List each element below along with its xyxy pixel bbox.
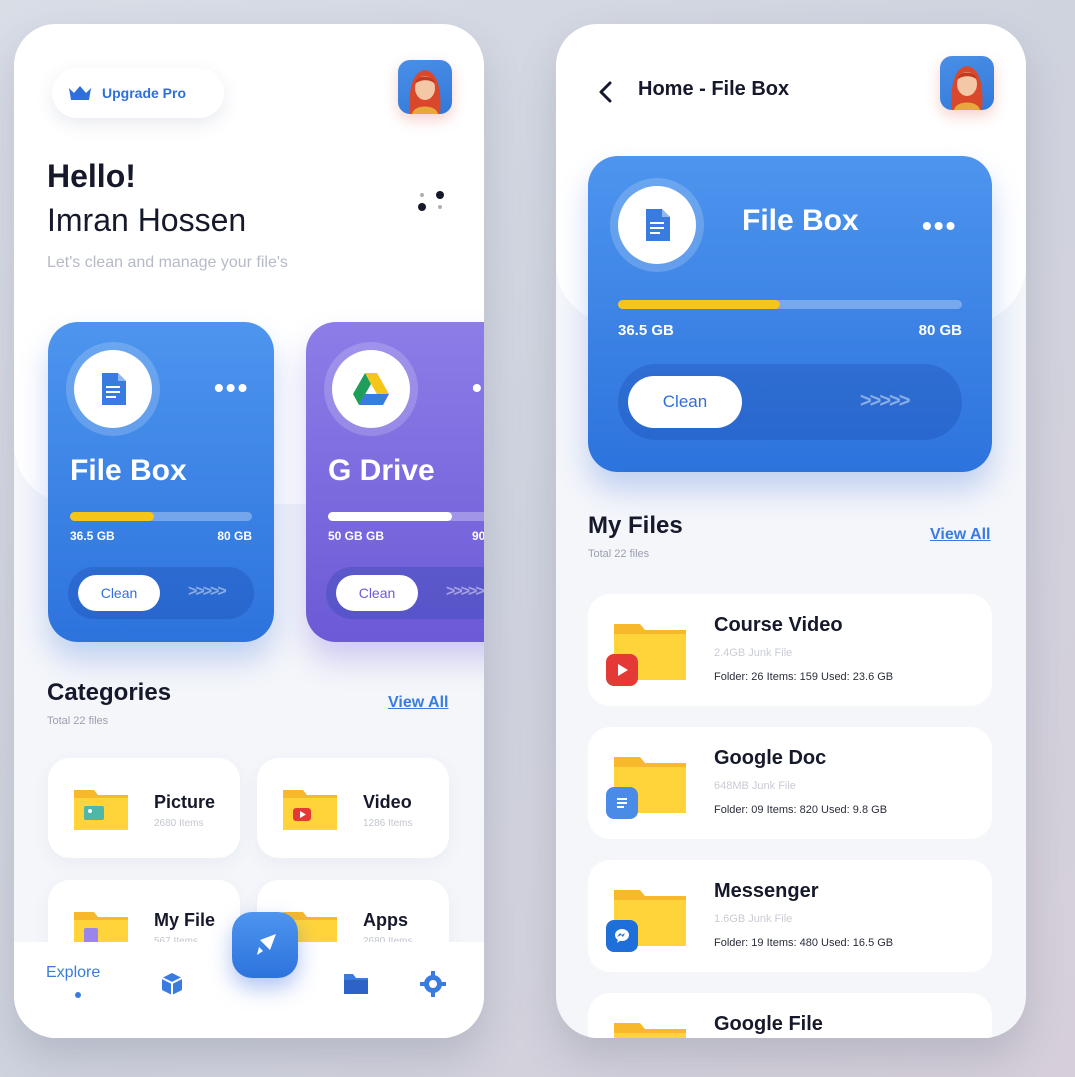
clean-button[interactable]: Clean bbox=[336, 575, 418, 611]
folder-icon[interactable] bbox=[342, 970, 370, 998]
total-storage: 80 GB bbox=[217, 529, 252, 543]
avatar[interactable] bbox=[398, 60, 452, 114]
my-files-subtitle: Total 22 files bbox=[588, 548, 650, 560]
folder-icon bbox=[614, 1023, 686, 1038]
upgrade-pro-button[interactable]: Upgrade Pro bbox=[52, 68, 224, 118]
storage-progress bbox=[618, 300, 962, 309]
category-count: 1286 Items bbox=[363, 818, 413, 829]
used-storage: 36.5 GB bbox=[70, 529, 115, 543]
storage-progress-fill bbox=[328, 512, 452, 521]
total-storage: 90 bbox=[472, 529, 484, 543]
upgrade-pro-label: Upgrade Pro bbox=[102, 85, 187, 101]
category-card-picture[interactable]: Picture 2680 Items bbox=[48, 758, 240, 858]
filebox-screen: Home - File Box File Box ••• 36.5 GB 80 … bbox=[556, 24, 1026, 1038]
clean-slider[interactable]: Clean >>>>> bbox=[326, 567, 484, 619]
box-icon[interactable] bbox=[158, 970, 186, 998]
view-all-link[interactable]: View All bbox=[388, 694, 448, 712]
file-row-messenger[interactable]: Messenger 1.6GB Junk File Folder: 19 Ite… bbox=[588, 860, 992, 972]
picture-folder-icon bbox=[74, 790, 128, 830]
category-name: Apps bbox=[363, 910, 408, 930]
used-storage: 50 GB GB bbox=[328, 529, 385, 543]
storage-progress bbox=[70, 512, 252, 521]
more-options-icon[interactable]: ••• bbox=[214, 374, 249, 402]
category-name: My File bbox=[154, 910, 216, 930]
file-name: Messenger bbox=[714, 880, 819, 902]
used-storage: 36.5 GB bbox=[618, 322, 674, 339]
chevrons-icon: >>>>> bbox=[446, 583, 484, 600]
storage-progress-fill bbox=[618, 300, 780, 309]
storage-progress-fill bbox=[70, 512, 154, 521]
card-title: File Box bbox=[742, 204, 859, 237]
chevron-left-icon[interactable] bbox=[596, 80, 616, 104]
category-name: Video bbox=[363, 792, 412, 812]
user-name: Imran Hossen bbox=[47, 202, 247, 238]
more-options-icon[interactable]: ••• bbox=[922, 212, 957, 240]
google-drive-icon bbox=[332, 350, 410, 428]
rocket-icon bbox=[257, 934, 276, 955]
card-title: File Box bbox=[70, 454, 187, 487]
my-files-title: My Files bbox=[588, 512, 683, 539]
file-row-google-file[interactable]: Google File bbox=[588, 993, 992, 1038]
document-icon bbox=[606, 787, 638, 819]
clean-slider[interactable]: Clean >>>>> bbox=[68, 567, 254, 619]
document-icon bbox=[74, 350, 152, 428]
total-storage: 80 GB bbox=[918, 322, 962, 339]
document-icon bbox=[618, 186, 696, 264]
category-card-video[interactable]: Video 1286 Items bbox=[257, 758, 449, 858]
clean-slider[interactable]: Clean >>>>> bbox=[618, 364, 962, 440]
subtitle: Let's clean and manage your file's bbox=[47, 254, 288, 271]
youtube-icon bbox=[606, 654, 638, 686]
storage-progress bbox=[328, 512, 484, 521]
file-row-google-doc[interactable]: Google Doc 648MB Junk File Folder: 09 It… bbox=[588, 727, 992, 839]
greeting: Hello! bbox=[47, 158, 136, 194]
file-name: Google File bbox=[714, 1013, 823, 1035]
junk-size: 648MB Junk File bbox=[714, 780, 796, 792]
file-name: Course Video bbox=[714, 614, 843, 636]
crown-icon bbox=[68, 85, 92, 101]
active-indicator bbox=[75, 992, 81, 998]
clean-button[interactable]: Clean bbox=[628, 376, 742, 428]
nav-explore[interactable]: Explore bbox=[46, 964, 100, 982]
more-options-icon[interactable]: • bbox=[472, 374, 484, 402]
gdrive-card[interactable]: • G Drive 50 GB GB 90 Clean >>>>> bbox=[306, 322, 484, 642]
video-folder-icon bbox=[283, 790, 337, 830]
junk-size: 1.6GB Junk File bbox=[714, 913, 793, 925]
chevrons-icon: >>>>> bbox=[860, 390, 910, 412]
avatar[interactable] bbox=[940, 56, 994, 110]
messenger-icon bbox=[606, 920, 638, 952]
file-name: Google Doc bbox=[714, 747, 827, 769]
categories-title: Categories bbox=[47, 679, 172, 706]
page-title: Home - File Box bbox=[638, 78, 790, 100]
view-all-link[interactable]: View All bbox=[930, 526, 990, 544]
gear-icon[interactable] bbox=[419, 970, 447, 998]
filebox-card: File Box ••• 36.5 GB 80 GB Clean >>>>> bbox=[588, 156, 992, 472]
clean-button[interactable]: Clean bbox=[78, 575, 160, 611]
file-row-course-video[interactable]: Course Video 2.4GB Junk File Folder: 26 … bbox=[588, 594, 992, 706]
file-meta: Folder: 19 Items: 480 Used: 16.5 GB bbox=[714, 937, 894, 949]
filebox-card[interactable]: ••• File Box 36.5 GB 80 GB Clean >>>>> bbox=[48, 322, 274, 642]
file-meta: Folder: 26 Items: 159 Used: 23.6 GB bbox=[714, 671, 894, 683]
rocket-button[interactable] bbox=[232, 912, 298, 978]
categories-subtitle: Total 22 files bbox=[47, 715, 109, 727]
junk-size: 2.4GB Junk File bbox=[714, 647, 793, 659]
home-screen: Upgrade Pro Hello! Imran Hossen Let's cl… bbox=[14, 24, 484, 1038]
category-name: Picture bbox=[154, 792, 216, 812]
menu-dots-icon[interactable] bbox=[414, 189, 448, 213]
card-title: G Drive bbox=[328, 454, 435, 487]
chevrons-icon: >>>>> bbox=[188, 583, 227, 600]
category-count: 2680 Items bbox=[154, 818, 204, 829]
file-meta: Folder: 09 Items: 820 Used: 9.8 GB bbox=[714, 804, 888, 816]
